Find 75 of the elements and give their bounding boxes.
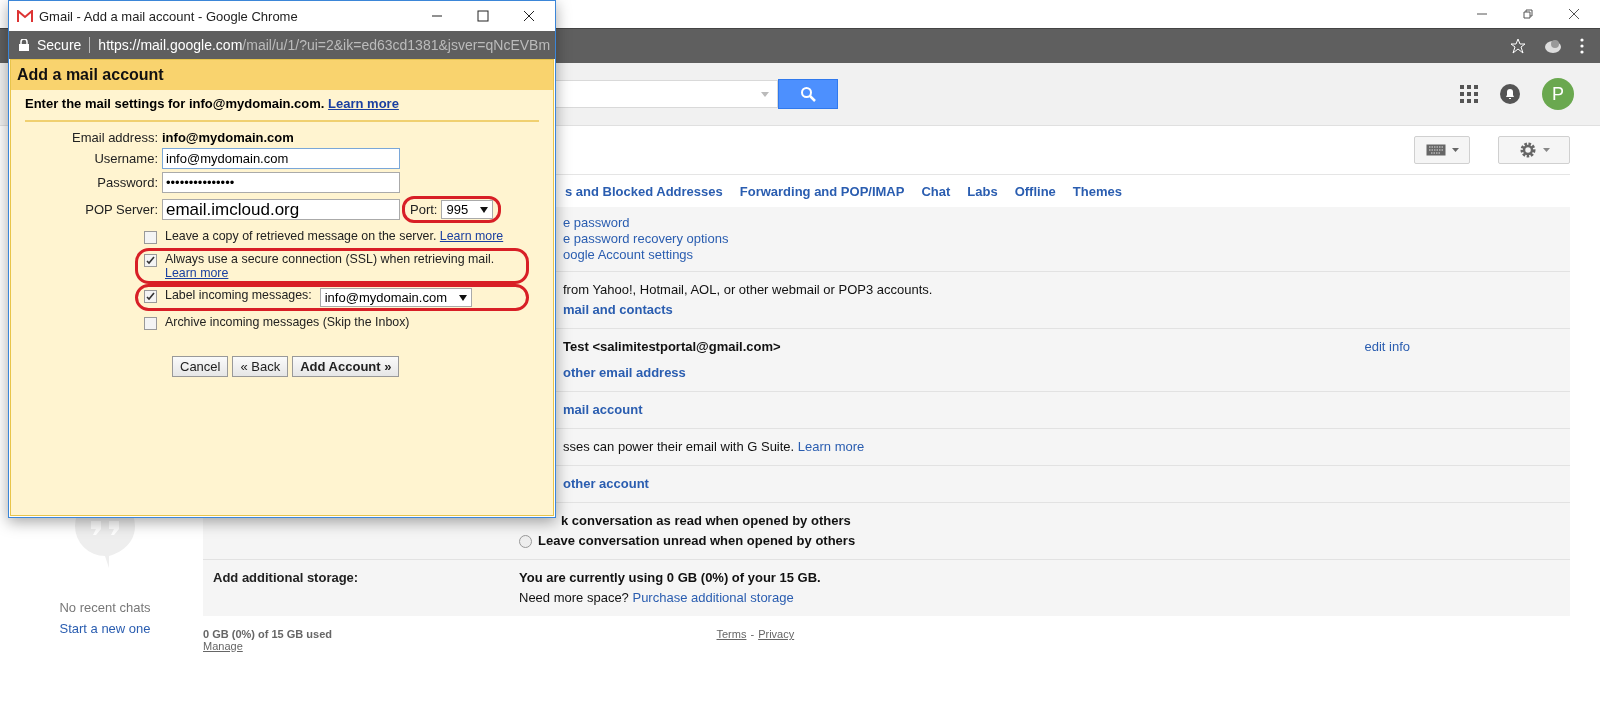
keyboard-button[interactable] xyxy=(1414,136,1470,164)
keyboard-icon xyxy=(1425,144,1446,156)
settings-label: Add additional storage: xyxy=(212,570,360,587)
start-chat-link[interactable]: Start a new one xyxy=(59,621,151,636)
settings-tab[interactable]: Themes xyxy=(1072,183,1122,199)
extension-icon[interactable] xyxy=(1544,38,1562,54)
checkbox[interactable] xyxy=(144,254,157,267)
settings-button[interactable] xyxy=(1498,136,1570,164)
caret-icon xyxy=(480,206,489,213)
settings-tab[interactable]: Forwarding and POP/IMAP xyxy=(739,183,905,199)
secure-label: Secure xyxy=(37,37,91,53)
checkbox[interactable] xyxy=(144,290,157,303)
learn-more-link[interactable]: Learn more xyxy=(797,439,865,454)
server-field[interactable]: email.imcloud.org xyxy=(162,199,400,220)
chat-empty-text: No recent chats xyxy=(59,600,151,615)
field-label: Email address: xyxy=(71,130,158,145)
settings-icon xyxy=(1518,141,1537,159)
caret-icon xyxy=(1542,148,1550,152)
checkbox[interactable] xyxy=(144,231,157,244)
label-select[interactable]: info@mydomain.com xyxy=(319,288,472,307)
search-button[interactable] xyxy=(778,79,838,109)
lock-icon xyxy=(19,39,29,51)
learn-more-link[interactable]: Learn more xyxy=(328,96,399,111)
close-icon[interactable] xyxy=(1568,8,1580,20)
text-field[interactable]: info@mydomain.com xyxy=(162,148,400,169)
menu-icon[interactable] xyxy=(1580,38,1584,54)
field-label: POP Server: xyxy=(84,202,158,217)
storage-usage-text: 0 GB (0%) of 15 GB used xyxy=(203,628,332,640)
email-address-value: info@mydomain.com xyxy=(162,130,295,145)
text-field[interactable]: ••••••••••••••• xyxy=(162,172,400,193)
field-label: Username: xyxy=(93,151,158,166)
checkbox[interactable] xyxy=(144,317,157,330)
learn-more-link[interactable]: Purchase additional storage xyxy=(632,590,794,605)
close-icon[interactable] xyxy=(523,10,535,22)
field-label: Password: xyxy=(96,175,158,190)
separator-text: - xyxy=(750,628,755,640)
edit-info-link[interactable]: edit info xyxy=(1364,339,1570,381)
gmail-logo-icon xyxy=(17,10,33,22)
port-select[interactable]: 995 xyxy=(441,200,494,219)
dialog-button[interactable]: Cancel xyxy=(172,356,229,377)
settings-tab[interactable]: Offline xyxy=(1014,183,1056,199)
manage-link[interactable]: Manage xyxy=(203,640,243,652)
settings-text: Test <salimitestportal@gmail.com> xyxy=(562,339,781,355)
restore-icon[interactable] xyxy=(1522,8,1534,20)
settings-text: Need more space? Purchase additional storage xyxy=(519,590,794,606)
intro-text: Enter the mail settings for info@mydomain.com. Learn more xyxy=(25,96,539,122)
learn-more-link[interactable]: Learn more xyxy=(439,229,504,243)
caret-icon xyxy=(1451,148,1459,152)
caret-icon xyxy=(459,294,467,301)
star-icon[interactable] xyxy=(1510,38,1526,54)
settings-text: k conversation as read when opened by others xyxy=(560,513,851,529)
apps-grid-icon[interactable] xyxy=(1460,85,1478,103)
radio-button[interactable] xyxy=(519,534,532,548)
port-label: Port: xyxy=(410,202,438,217)
radio-label: Leave conversation unread when opened by others xyxy=(538,533,856,549)
notification-bell-icon[interactable] xyxy=(1500,84,1520,104)
settings-text: from Yahoo!, Hotmail, AOL, or other webmail or POP3 accounts. xyxy=(562,282,933,298)
window-title: Gmail - Add a mail account - Google Chrome xyxy=(39,8,298,24)
dialog-heading: Add a mail account xyxy=(11,60,553,90)
option-label: Leave a copy of retrieved message on the server. Learn more xyxy=(165,229,504,243)
terms-link[interactable]: Terms xyxy=(716,628,747,640)
settings-tab[interactable]: Chat xyxy=(921,183,951,199)
learn-more-link[interactable]: Learn more xyxy=(165,266,229,280)
settings-tab[interactable]: s and Blocked Addresses xyxy=(565,183,723,199)
privacy-link[interactable]: Privacy xyxy=(758,628,795,640)
option-label: Always use a secure connection (SSL) when retrieving mail. Learn more xyxy=(165,252,496,280)
maximize-icon[interactable] xyxy=(477,10,489,22)
option-label: Label incoming messages: xyxy=(165,288,312,302)
settings-tab[interactable]: Labs xyxy=(967,183,998,199)
search-icon xyxy=(800,86,816,102)
option-label: Archive incoming messages (Skip the Inbox) xyxy=(165,315,410,329)
dialog-button[interactable]: « Back xyxy=(232,356,289,377)
url-text: https://mail.google.com/mail/u/1/?ui=2&ik=ed63cd1381&jsver=qNcEVBm xyxy=(98,37,551,53)
settings-text: You are currently using 0 GB (0%) of your 15 GB. xyxy=(519,570,821,586)
dialog-button[interactable]: Add Account » xyxy=(292,356,400,377)
